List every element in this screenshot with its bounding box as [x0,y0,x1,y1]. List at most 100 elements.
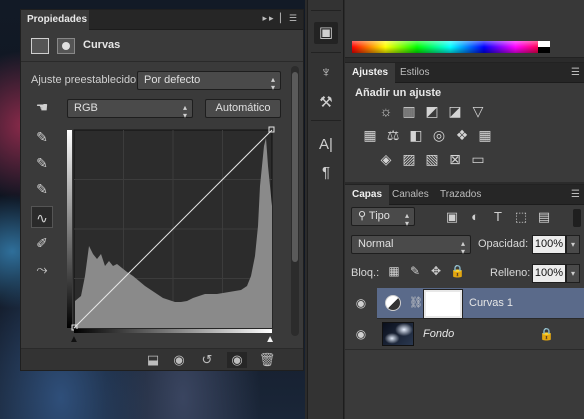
type-filter-icon[interactable]: T [490,209,506,225]
brightness-icon[interactable]: ☼ [378,103,394,119]
preset-select[interactable]: Por defecto ▴ ▾ [137,71,281,92]
channel-select-value: RGB [74,102,98,114]
visibility-icon[interactable]: ◉ [227,352,247,368]
white-eyedropper-icon[interactable]: ✎ [31,178,53,200]
tab-layers[interactable]: Capas [345,185,390,205]
white-point-slider-icon[interactable]: ▲ [265,334,275,345]
fill-label: Relleno: [490,267,531,279]
curve-edit-icon[interactable]: ∿ [31,206,53,228]
eye-icon[interactable]: ◉ [354,327,368,341]
clone-source-icon[interactable]: ⚒ [314,92,338,114]
levels-icon[interactable]: ▥ [401,103,417,119]
smooth-icon[interactable]: ⤳ [31,258,53,280]
adjustments-panel: Ajustes Estilos ☰ Añadir un ajuste ☼ ▥ ◩… [345,62,584,182]
layer-row-background[interactable]: ◉ Fondo 🔒 [345,319,584,350]
clip-to-layer-icon[interactable]: ⬓ [143,352,163,368]
posterize-icon[interactable]: ▨ [401,151,417,167]
blend-mode-select[interactable]: Normal ▴ ▾ [351,235,471,256]
layer-row-curves[interactable]: ⛓ Curvas 1 [377,288,584,319]
eye-icon[interactable]: ◉ [354,296,368,310]
mask-icon[interactable] [57,38,75,54]
gradient-map-icon[interactable]: ▭ [470,151,486,167]
panel-menu-icon[interactable]: ☰ [571,189,580,200]
hue-saturation-icon[interactable]: ▦ [362,127,378,143]
tab-channels[interactable]: Canales [385,185,436,205]
adjustments-title: Añadir un ajuste [355,87,442,99]
filter-toggle[interactable] [573,209,581,227]
tab-styles[interactable]: Estilos [393,63,436,83]
properties-scrollbar[interactable] [291,66,299,336]
properties-tab[interactable]: Propiedades [21,10,89,30]
pencil-icon[interactable]: ✐ [31,232,53,254]
select-arrows-icon: ▴ ▾ [460,239,465,256]
black-eyedropper-icon[interactable]: ✎ [31,126,53,148]
smart-object-filter-icon[interactable]: ▤ [536,209,552,225]
panel-title: Curvas [83,39,121,51]
color-lookup-icon[interactable]: ▦ [477,127,493,143]
select-arrows-icon: ▴ ▾ [182,103,187,120]
properties-dock-icon[interactable]: ▣ [314,22,338,44]
panel-dock: ▣ ♆ ⚒ A| ¶ [307,0,344,419]
black-white-swatch[interactable] [538,41,550,53]
reset-icon[interactable]: ↺ [197,352,217,368]
panel-menu-icon[interactable]: ▸▸ ▏☰ [262,13,299,24]
lock-transparent-icon[interactable]: ▦ [387,264,401,278]
lock-icon: 🔒 [539,327,554,341]
gray-eyedropper-icon[interactable]: ✎ [31,152,53,174]
curves-graph-svg[interactable] [67,126,275,334]
curves-icon[interactable]: ◩ [424,103,440,119]
color-panel [345,0,584,58]
opacity-field[interactable]: 100% [532,235,566,254]
black-point-slider-icon[interactable]: ▲ [69,334,79,345]
invert-icon[interactable]: ◈ [378,151,394,167]
color-spectrum[interactable] [352,41,549,53]
view-previous-state-icon[interactable]: ◉ [169,352,189,368]
character-icon[interactable]: A| [314,134,338,156]
scrollbar-thumb[interactable] [292,72,298,262]
lock-image-icon[interactable]: ✎ [408,264,422,278]
input-gradient [74,329,272,333]
trash-icon[interactable]: 🗑 [257,352,277,368]
tab-adjustments[interactable]: Ajustes [345,63,396,83]
lock-position-icon[interactable]: ✥ [429,264,443,278]
preset-row: Ajuste preestablecido: Por defecto ▴ ▾ [21,68,303,95]
selective-color-icon[interactable]: ⊠ [447,151,463,167]
panel-menu-icon[interactable]: ☰ [571,67,580,78]
layers-panel: Capas Canales Trazados ☰ ⚲ Tipo ▴ ▾ ▣ ◐ T… [345,184,584,419]
paragraph-icon[interactable]: ¶ [314,162,338,184]
curves-layer-icon [385,295,401,311]
curves-adjustment-icon[interactable] [31,38,49,54]
lock-icons: ▦ ✎ ✥ 🔒 [387,264,465,278]
filter-kind-select[interactable]: ⚲ Tipo ▴ ▾ [351,207,415,228]
curves-graph[interactable] [67,126,275,334]
link-icon[interactable]: ⛓ [409,296,423,309]
black-white-icon[interactable]: ◧ [408,127,424,143]
layer-name[interactable]: Fondo [423,328,454,340]
opacity-dropdown[interactable]: ▾ [566,235,580,254]
select-arrows-icon: ▴ ▾ [270,75,275,92]
tab-paths[interactable]: Trazados [433,185,488,205]
auto-button[interactable]: Automático [205,99,281,118]
layer-thumbnail [382,322,414,346]
output-gradient [67,130,72,328]
channel-select[interactable]: RGB ▴ ▾ [67,99,193,120]
color-balance-icon[interactable]: ⚖ [385,127,401,143]
shape-filter-icon[interactable]: ⬚ [513,209,529,225]
exposure-icon[interactable]: ◪ [447,103,463,119]
target-adjust-icon[interactable]: ☚ [31,96,53,118]
layer-mask-thumbnail[interactable] [423,289,463,319]
vibrance-icon[interactable]: ▽ [470,103,486,119]
lock-all-icon[interactable]: 🔒 [450,264,465,278]
threshold-icon[interactable]: ▧ [424,151,440,167]
preset-label: Ajuste preestablecido: [31,74,140,86]
channel-mixer-icon[interactable]: ❖ [454,127,470,143]
fill-dropdown[interactable]: ▾ [566,264,580,283]
photo-filter-icon[interactable]: ◎ [431,127,447,143]
brush-preset-icon[interactable]: ♆ [314,62,338,84]
adjustment-header: Curvas [21,30,303,62]
layer-name[interactable]: Curvas 1 [469,297,513,309]
fill-field[interactable]: 100% [532,264,566,283]
lock-label: Bloq.: [351,267,380,279]
adjustment-filter-icon[interactable]: ◐ [467,209,483,225]
pixel-filter-icon[interactable]: ▣ [444,209,460,225]
